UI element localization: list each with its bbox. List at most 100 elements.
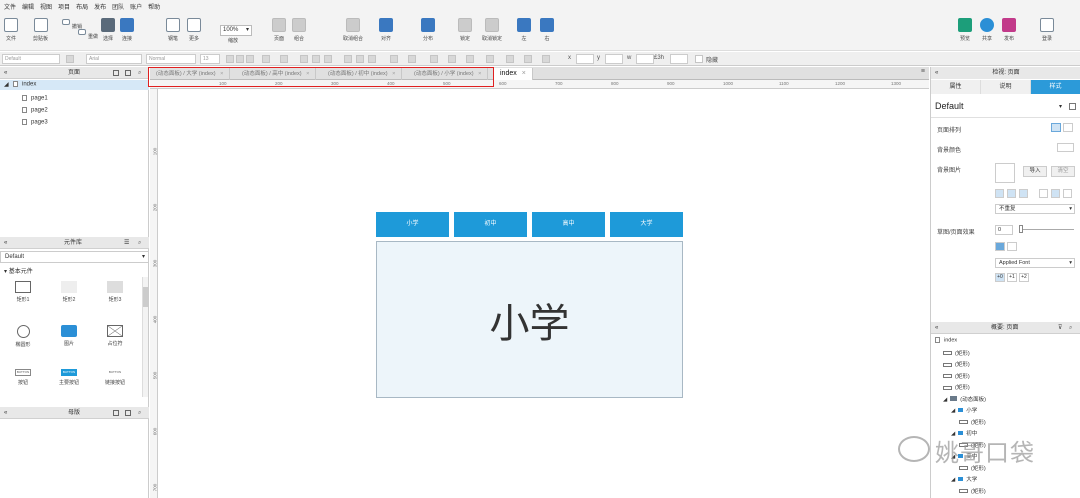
valign-middle-icon[interactable]: [356, 55, 364, 63]
style-select[interactable]: Default: [2, 54, 60, 64]
widget-primary-button[interactable]: BUTTON 主要按钮: [54, 369, 84, 386]
outline-item[interactable]: ◢ 大学: [951, 475, 977, 483]
line-width-icon[interactable]: [448, 55, 456, 63]
menu-item[interactable]: 团队: [112, 2, 124, 11]
color-mode-icon[interactable]: [995, 242, 1005, 251]
align-right-icon[interactable]: [324, 55, 332, 63]
chevron-down-icon[interactable]: ▾: [1059, 103, 1062, 110]
tab-button-2[interactable]: 高中: [532, 212, 605, 237]
zoom-select[interactable]: 100% ▾: [220, 25, 252, 36]
search-icon[interactable]: ⌕: [138, 237, 141, 249]
unlock-button[interactable]: 取消锁定: [482, 18, 502, 42]
font-size-default[interactable]: +0: [995, 273, 1005, 282]
widget-image[interactable]: 图片: [54, 325, 84, 347]
line-color-icon[interactable]: [430, 55, 438, 63]
outline-item[interactable]: (矩形): [943, 349, 970, 357]
collapse-icon[interactable]: «: [4, 237, 7, 249]
search-icon[interactable]: ⌕: [138, 67, 141, 79]
login-button[interactable]: 登录: [1040, 18, 1054, 42]
align-left-icon[interactable]: [300, 55, 308, 63]
image-align-icon[interactable]: [1063, 189, 1072, 198]
outline-item[interactable]: (矩形): [959, 418, 986, 426]
align-center-icon[interactable]: [312, 55, 320, 63]
clear-button[interactable]: 清空: [1051, 166, 1075, 177]
repeat-select[interactable]: 不重复 ▾: [995, 204, 1075, 214]
bullet-icon[interactable]: [280, 55, 288, 63]
widget-ellipse[interactable]: 椭圆形: [8, 325, 38, 348]
style-manager-icon[interactable]: [1069, 103, 1076, 110]
sketch-slider-handle[interactable]: [1019, 225, 1023, 233]
collapse-icon[interactable]: «: [4, 67, 7, 79]
expand-arrow-icon[interactable]: ◢: [4, 81, 9, 88]
group-button[interactable]: 组合: [292, 18, 306, 42]
sketch-input[interactable]: 0: [995, 225, 1013, 235]
applied-font-select[interactable]: Applied Font ▾: [995, 258, 1075, 268]
shadow-icon[interactable]: [408, 55, 416, 63]
share-button[interactable]: 共享: [980, 18, 994, 42]
page-button[interactable]: 页面: [272, 18, 286, 42]
font-size-plus2[interactable]: +2: [1019, 273, 1029, 282]
search-icon[interactable]: ⌕: [138, 407, 141, 419]
filter-icon[interactable]: ⊽: [1058, 322, 1062, 334]
corner-icon[interactable]: [524, 55, 532, 63]
menu-item[interactable]: 文件: [4, 2, 16, 11]
hidden-checkbox[interactable]: [695, 55, 703, 63]
line-style-icon[interactable]: [466, 55, 474, 63]
outline-item[interactable]: (矩形): [943, 383, 970, 391]
h-input[interactable]: [670, 54, 688, 64]
align-button[interactable]: 对齐: [379, 18, 393, 42]
align-left-page-icon[interactable]: [1051, 123, 1061, 132]
distribute-button[interactable]: 分布: [421, 18, 435, 42]
menu-item[interactable]: 编辑: [22, 2, 34, 11]
sketch-slider[interactable]: [1019, 229, 1074, 230]
connect-button[interactable]: 连接: [120, 18, 134, 42]
underline-icon[interactable]: [246, 55, 254, 63]
dynamic-panel[interactable]: 小学: [376, 241, 683, 398]
widget-placeholder[interactable]: 占位符: [100, 325, 130, 347]
add-page-icon[interactable]: [113, 70, 119, 76]
lock-button[interactable]: 锁定: [458, 18, 472, 42]
widget-button[interactable]: BUTTON 按钮: [8, 369, 38, 386]
tab-button-3[interactable]: 大学: [610, 212, 683, 237]
more-button[interactable]: 更多: [187, 18, 201, 42]
tab-button-0[interactable]: 小学: [376, 212, 449, 237]
x-input[interactable]: [576, 54, 594, 64]
menu-item[interactable]: 发布: [94, 2, 106, 11]
font-select[interactable]: Arial: [86, 54, 142, 64]
widget-rect-gray2[interactable]: 矩形3: [100, 281, 130, 303]
add-master-icon[interactable]: [113, 410, 119, 416]
menu-item[interactable]: 帮助: [148, 2, 160, 11]
import-button[interactable]: 导入: [1023, 166, 1047, 177]
page-item[interactable]: page1: [22, 95, 48, 102]
menu-item[interactable]: 账户: [130, 2, 142, 11]
widget-rect[interactable]: 矩形1: [8, 281, 38, 303]
add-folder-icon[interactable]: [125, 70, 131, 76]
outline-item[interactable]: (矩形): [943, 372, 970, 380]
align-center-page-icon[interactable]: [1063, 123, 1073, 132]
image-align-icon[interactable]: [995, 189, 1004, 198]
collapse-icon[interactable]: «: [935, 322, 938, 334]
clipboard-button[interactable]: 剪贴板: [33, 18, 48, 42]
image-align-icon[interactable]: [1019, 189, 1028, 198]
fill-color-icon[interactable]: [390, 55, 398, 63]
pages-root-row[interactable]: ◢ index: [0, 80, 149, 90]
ungroup-button[interactable]: 取消组合: [343, 18, 363, 42]
menu-icon[interactable]: ☰: [124, 237, 129, 249]
font-size-plus1[interactable]: +1: [1007, 273, 1017, 282]
library-group[interactable]: ▾ 基本元件: [4, 266, 33, 275]
preview-button[interactable]: 预览: [958, 18, 972, 42]
font-color-icon[interactable]: [262, 55, 270, 63]
inspector-tab-2[interactable]: 样式: [1031, 80, 1080, 94]
redo-button[interactable]: 重做: [78, 29, 98, 40]
search-icon[interactable]: ⌕: [1069, 322, 1072, 334]
outline-item[interactable]: (矩形): [959, 487, 986, 495]
widget-link-button[interactable]: BUTTON 链接按钮: [100, 369, 130, 386]
arrow-style-icon[interactable]: [486, 55, 494, 63]
inspector-tab-1[interactable]: 说明: [981, 80, 1031, 94]
menu-item[interactable]: 布局: [76, 2, 88, 11]
add-folder-icon[interactable]: [125, 410, 131, 416]
library-scrollbar[interactable]: [142, 277, 148, 397]
font-weight-select[interactable]: Normal: [146, 54, 196, 64]
w-input[interactable]: [636, 54, 654, 64]
italic-icon[interactable]: [236, 55, 244, 63]
